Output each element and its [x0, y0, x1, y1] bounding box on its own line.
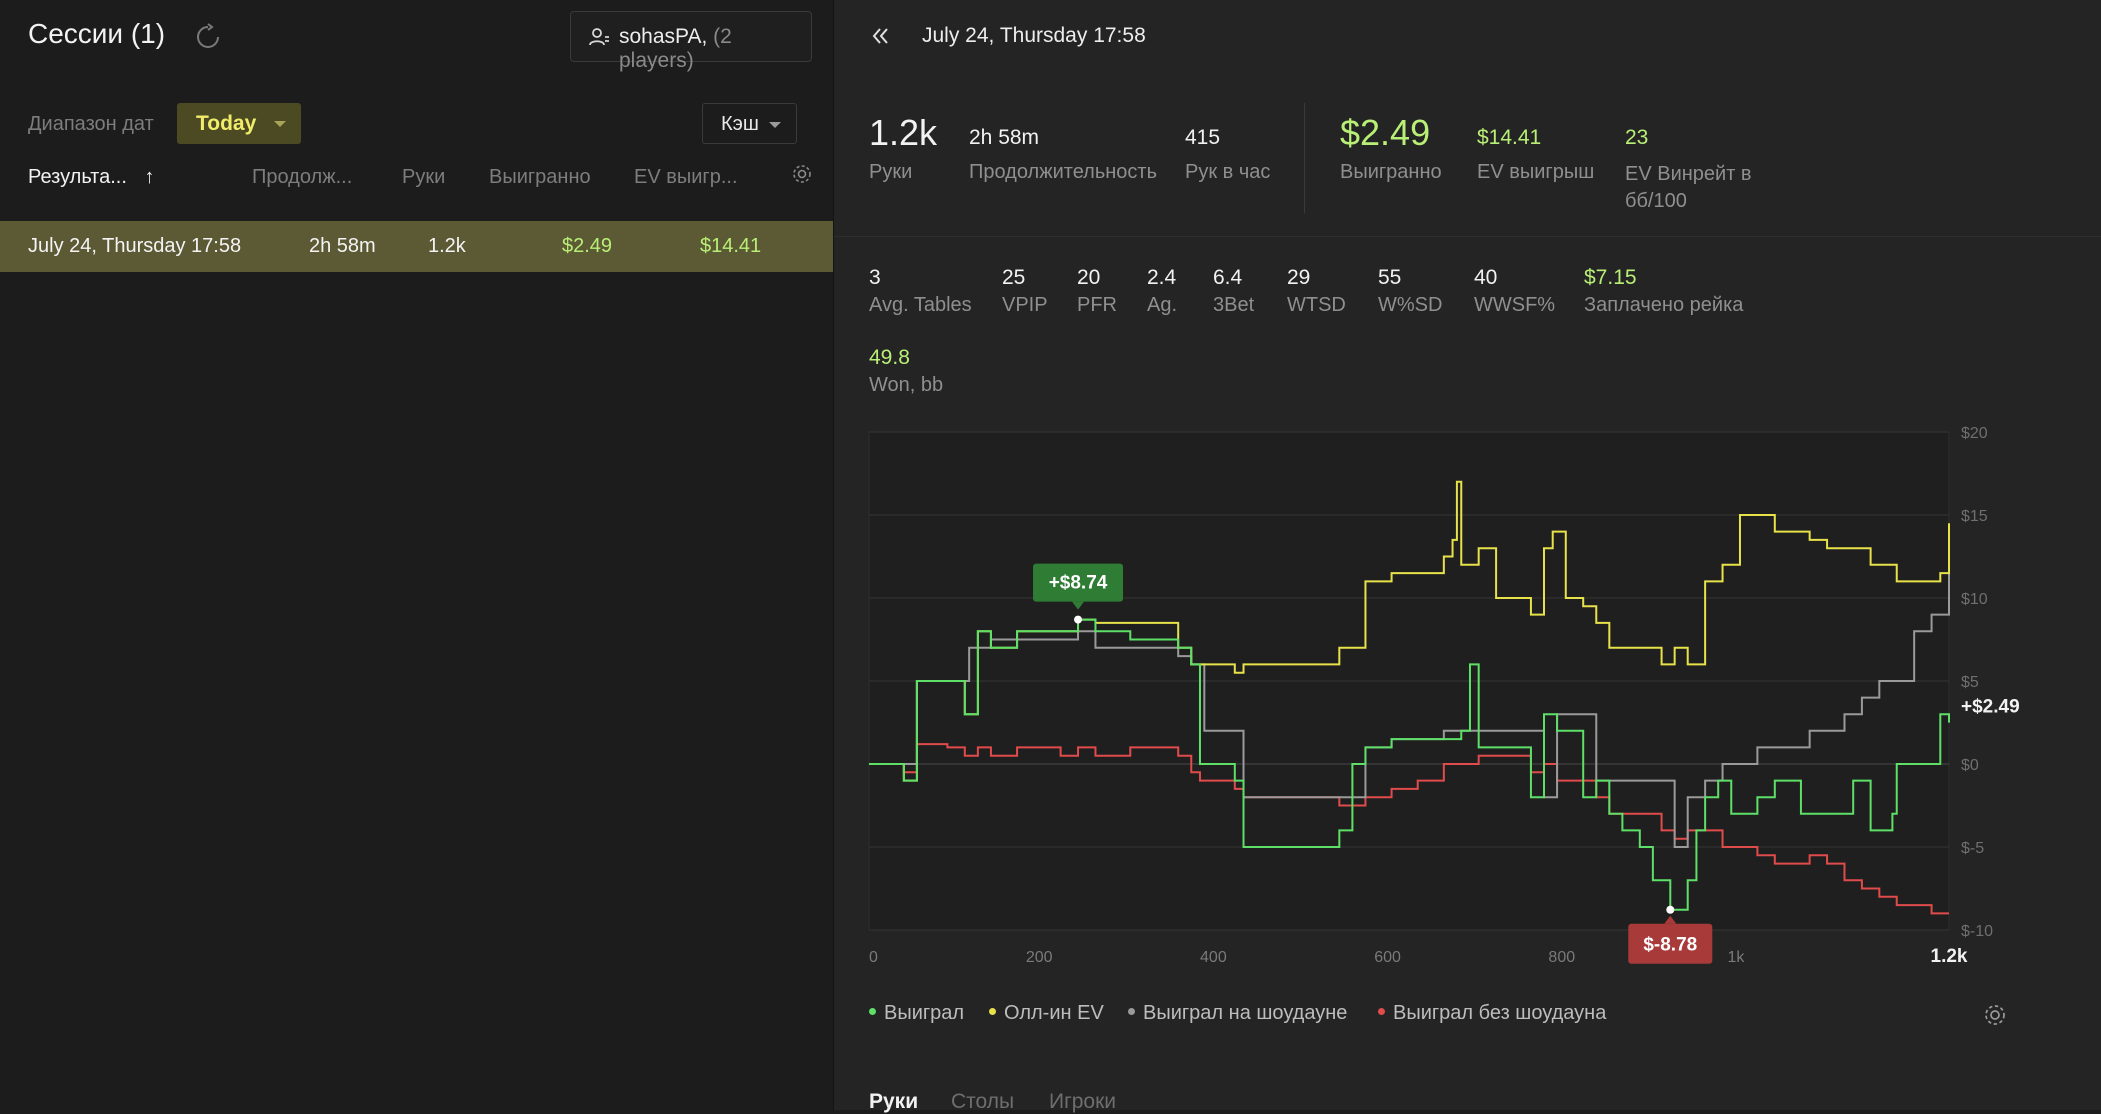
x-tick-label: 0 [869, 949, 878, 966]
session-date: July 24, Thursday 17:58 [28, 235, 242, 257]
column-header-ev-won[interactable]: EV выигр... [634, 166, 738, 189]
legend-dot-icon [1128, 1008, 1135, 1016]
tab-hands[interactable]: Руки [869, 1090, 918, 1114]
legend-dot-icon [869, 1008, 876, 1016]
x-tick-label: 1.2k [1931, 946, 1968, 967]
page-title: Сессии (1) [28, 18, 166, 49]
game-type-value: Кэш [721, 113, 759, 135]
y-tick-label: $0 [1961, 757, 1979, 774]
legend-label: Выиграл [884, 1002, 965, 1024]
y-tick-label: $-10 [1961, 923, 1993, 940]
legend-label: Выиграл без шоудауна [1393, 1002, 1607, 1024]
legend-dot-icon [989, 1008, 996, 1016]
date-range-dropdown[interactable]: Today [177, 103, 301, 144]
y-tick-label: $10 [1961, 591, 1988, 608]
legend-label: Олл-ин EV [1004, 1002, 1104, 1024]
end-value-label: +$2.49 [1961, 697, 2020, 718]
session-hands: 1.2k [428, 235, 466, 257]
sort-arrow-icon: ↑ [144, 166, 155, 188]
y-tick-label: $-5 [1961, 840, 1984, 857]
sessions-panel: Сессии (1) sohasPA, (2 players) Диапазон… [0, 0, 833, 1110]
x-tick-label: 200 [1026, 949, 1053, 966]
session-row[interactable]: July 24, Thursday 17:58 2h 58m 1.2k $2.4… [0, 221, 833, 272]
y-tick-label: $5 [1961, 674, 1979, 691]
date-range-label: Диапазон дат [28, 113, 154, 135]
column-header-result[interactable]: Результа... ↑ [28, 166, 154, 189]
tab-tables[interactable]: Столы [951, 1090, 1014, 1114]
game-type-dropdown[interactable]: Кэш [702, 103, 797, 144]
session-won: $2.49 [562, 235, 613, 257]
tab-players[interactable]: Игроки [1049, 1090, 1116, 1114]
column-header-won[interactable]: Выигранно [489, 166, 591, 189]
legend-item-non-showdown[interactable]: Выиграл без шоудауна [1378, 1002, 1606, 1025]
min-point-marker [1666, 905, 1675, 914]
legend-item-showdown[interactable]: Выиграл на шоудауне [1128, 1002, 1347, 1025]
x-tick-label: 800 [1548, 949, 1575, 966]
legend-item-allin-ev[interactable]: Олл-ин EV [989, 1002, 1104, 1025]
player-name: sohasPA [619, 25, 702, 48]
x-tick-label: 400 [1200, 949, 1227, 966]
refresh-icon[interactable] [193, 22, 223, 52]
column-header-label: Результа... [28, 166, 127, 188]
max-label-text: +$8.74 [1049, 573, 1108, 594]
x-tick-label: 600 [1374, 949, 1401, 966]
session-ev-won: $14.41 [700, 235, 762, 257]
legend-item-won[interactable]: Выиграл [869, 1002, 964, 1025]
session-detail-panel: July 24, Thursday 17:58 1.2k Руки 2h 58m… [834, 0, 2101, 1113]
date-range-value: Today [196, 112, 257, 135]
chart-settings-gear-icon[interactable] [1982, 1002, 2008, 1028]
user-group-icon [589, 28, 609, 46]
column-header-duration[interactable]: Продолж... [252, 166, 352, 189]
session-duration: 2h 58m [309, 235, 376, 257]
legend-dot-icon [1378, 1008, 1385, 1016]
chevron-down-icon [769, 122, 781, 128]
column-header-hands[interactable]: Руки [402, 166, 445, 189]
y-tick-label: $20 [1961, 425, 1988, 442]
legend-label: Выиграл на шоудауне [1143, 1002, 1348, 1024]
chevron-down-icon [274, 121, 286, 127]
profit-chart[interactable]: $20 $15 $10 $5 $0 $-5 $-10 0 200 400 600 800 1k 1.2k +… [834, 0, 2101, 1000]
max-point-marker [1074, 615, 1083, 624]
gear-icon[interactable] [790, 162, 814, 186]
min-label-text: $-8.78 [1643, 935, 1697, 956]
y-tick-label: $15 [1961, 508, 1988, 525]
x-tick-label: 1k [1728, 949, 1746, 966]
player-selector-button[interactable]: sohasPA, (2 players) [570, 11, 812, 72]
